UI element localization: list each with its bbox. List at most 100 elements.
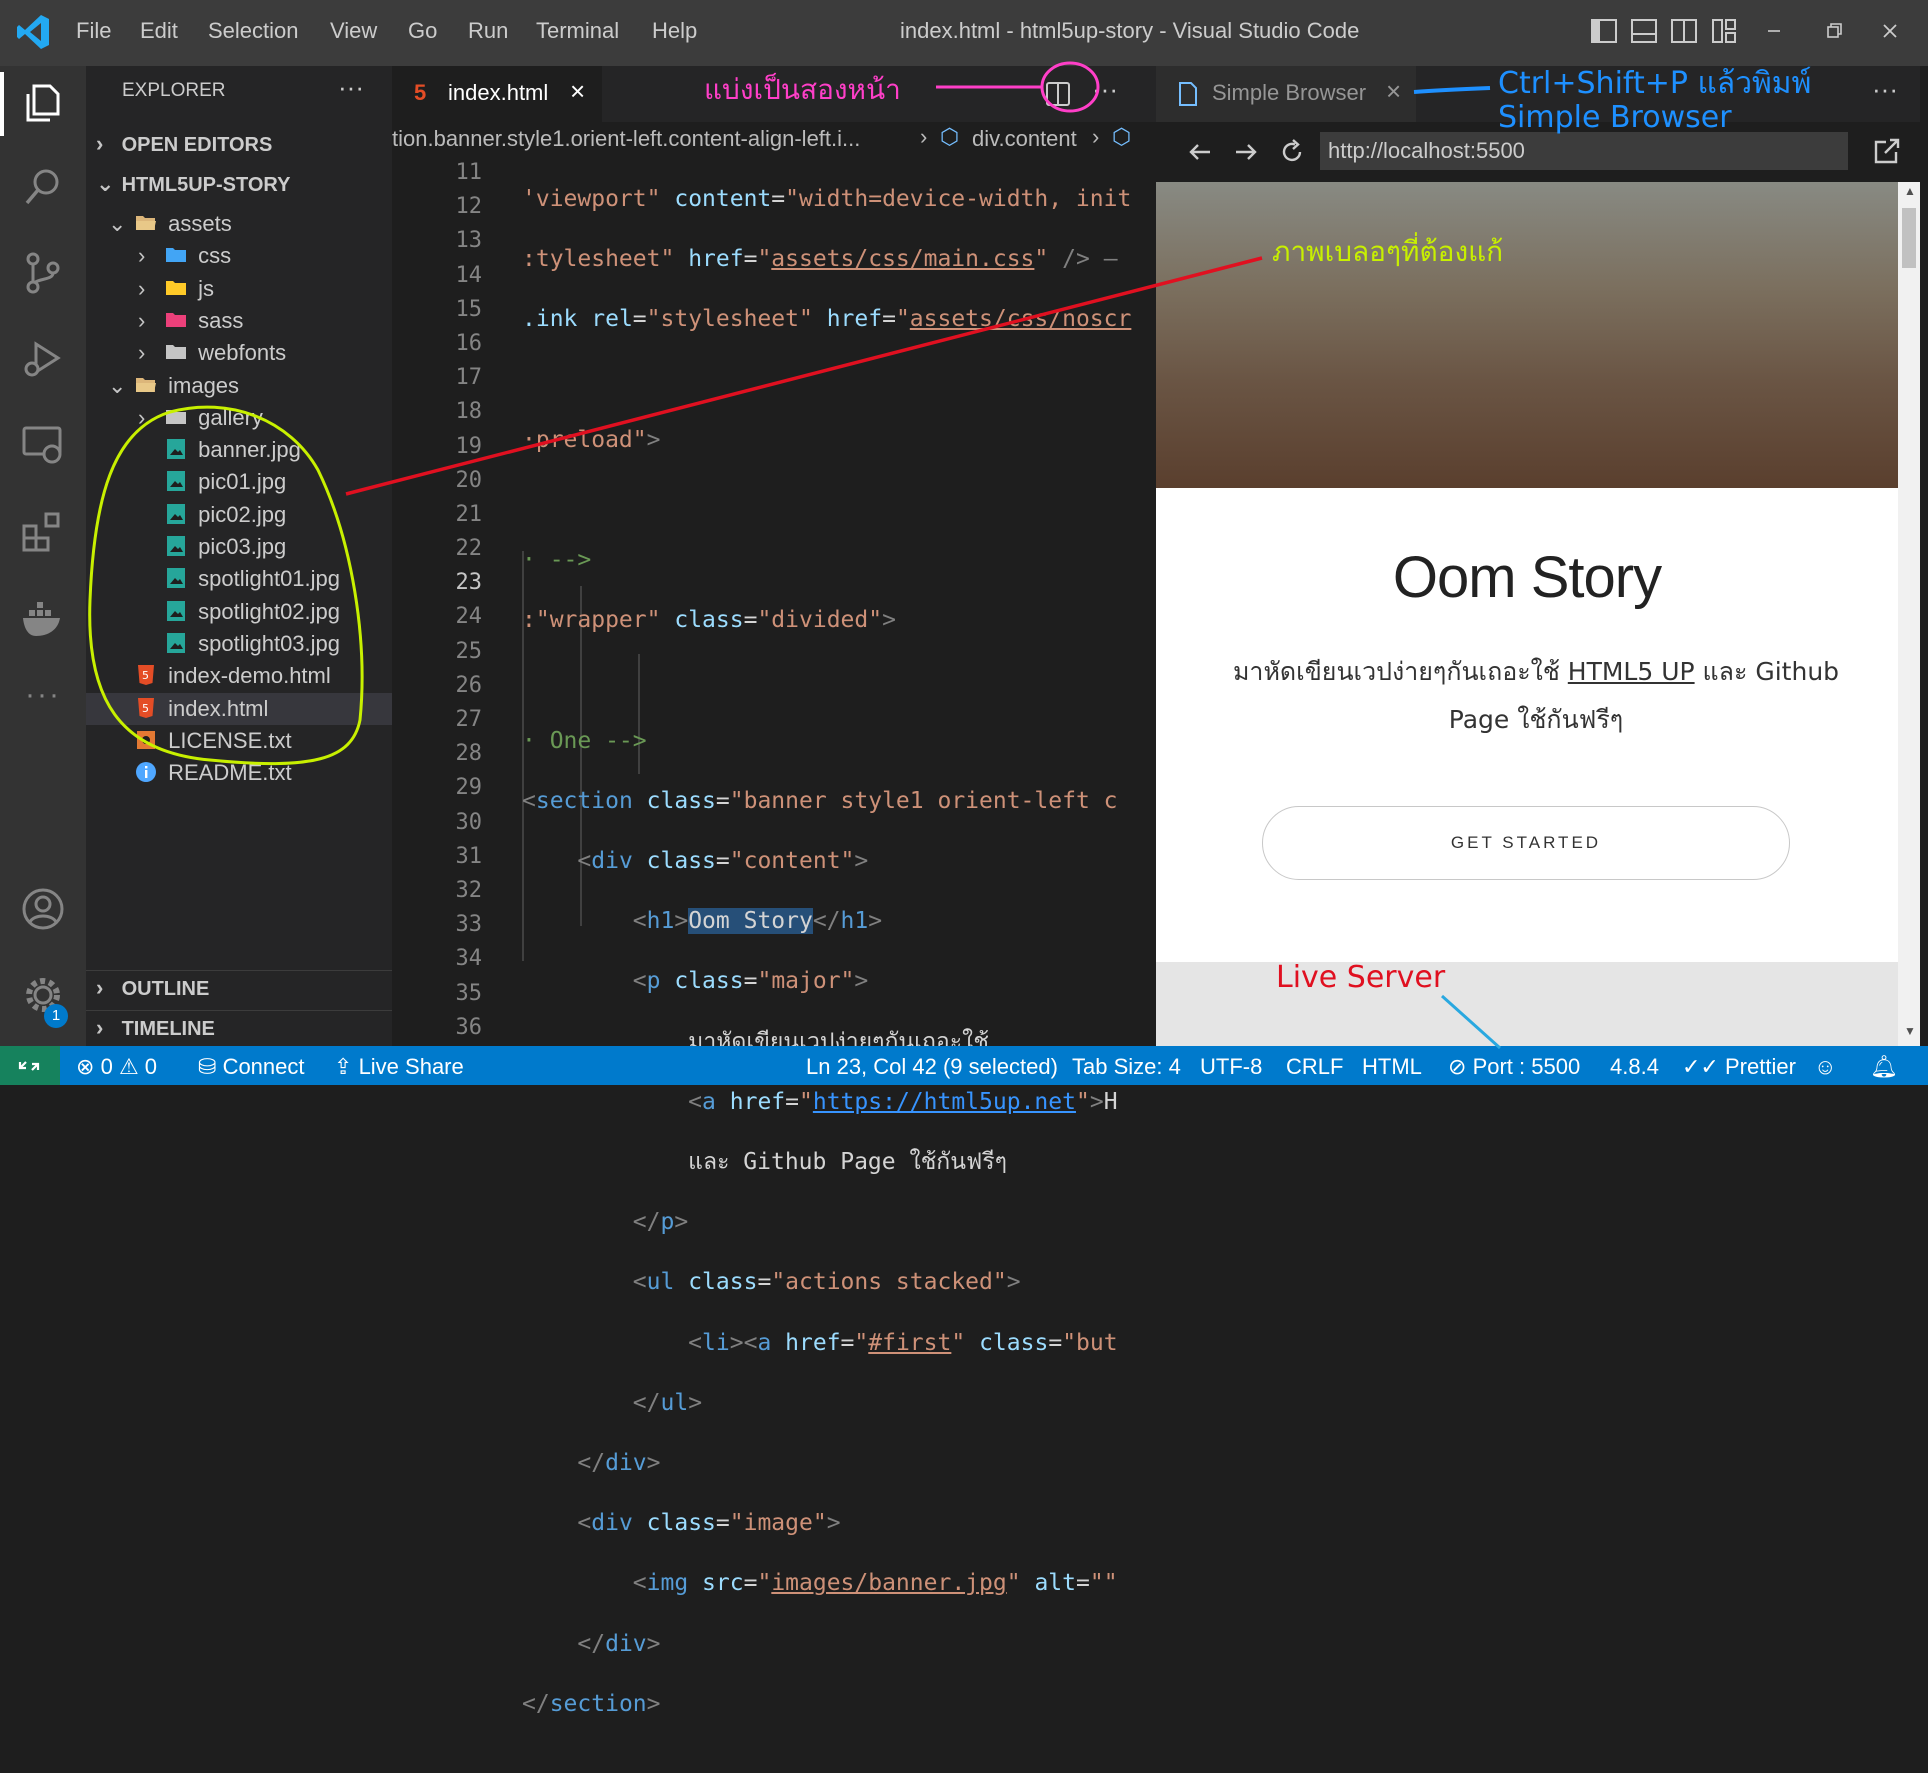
breadcrumb-section[interactable]: tion.banner.style1.orient-left.content-a… <box>392 126 860 152</box>
code-line: <div class="content"> <box>577 848 869 875</box>
toggle-secondary-sidebar-icon[interactable] <box>1670 17 1698 45</box>
accounts-icon[interactable] <box>20 886 66 932</box>
html5up-link[interactable]: HTML5 UP <box>1568 657 1695 686</box>
remote-explorer-icon[interactable] <box>20 422 66 468</box>
status-bar: ⊗ 0 ⚠ 0 ⛁ Connect ⇪ Live Share Ln 23, Co… <box>0 1046 1928 1085</box>
toggle-panel-icon[interactable] <box>1630 17 1658 45</box>
connect-button[interactable]: ⛁ Connect <box>198 1054 305 1080</box>
browser-more-icon[interactable]: ··· <box>1872 74 1898 105</box>
scroll-down-icon[interactable]: ▼ <box>1904 1024 1916 1038</box>
scroll-up-icon[interactable]: ▲ <box>1904 184 1916 198</box>
license-file-icon <box>134 728 168 753</box>
close-tab-icon[interactable]: × <box>1386 76 1401 107</box>
live-share-button[interactable]: ⇪ Live Share <box>334 1054 464 1080</box>
back-arrow-icon[interactable] <box>1186 138 1214 166</box>
tree-item-banner-jpg[interactable]: banner.jpg <box>86 434 392 466</box>
breadcrumb-div-content[interactable]: div.content <box>972 126 1077 152</box>
explorer-icon[interactable] <box>20 80 66 126</box>
split-editor-icon[interactable] <box>1044 80 1072 108</box>
tree-item-label: webfonts <box>198 340 287 366</box>
language-mode[interactable]: HTML <box>1362 1054 1422 1080</box>
project-section[interactable]: ⌄ HTML5UP-STORY <box>96 165 290 203</box>
tree-item-css[interactable]: › css <box>86 240 392 272</box>
activity-bar: ··· 1 <box>0 66 86 1046</box>
run-debug-icon[interactable] <box>20 336 66 382</box>
forward-arrow-icon[interactable] <box>1232 138 1260 166</box>
remote-indicator[interactable] <box>0 1046 60 1085</box>
tree-item-pic01-jpg[interactable]: pic01.jpg <box>86 466 392 498</box>
close-window-icon[interactable] <box>1876 17 1904 45</box>
source-control-icon[interactable] <box>20 250 66 296</box>
docker-icon[interactable] <box>20 596 66 642</box>
problems-indicator[interactable]: ⊗ 0 ⚠ 0 <box>76 1054 157 1080</box>
reload-icon[interactable] <box>1278 138 1306 166</box>
version-indicator[interactable]: 4.8.4 <box>1610 1054 1659 1080</box>
tree-item-assets[interactable]: ⌄ assets <box>86 208 392 240</box>
feedback-icon[interactable]: ☺ <box>1814 1054 1836 1080</box>
menu-selection[interactable]: Selection <box>208 18 299 44</box>
tree-item-license-txt[interactable]: LICENSE.txt <box>86 725 392 757</box>
minimize-icon[interactable] <box>1760 17 1788 45</box>
scrollbar-thumb[interactable] <box>1902 208 1916 268</box>
chevron-down-icon: ⌄ <box>108 211 127 236</box>
extensions-icon[interactable] <box>20 508 66 554</box>
menu-terminal[interactable]: Terminal <box>536 18 619 44</box>
open-external-icon[interactable] <box>1872 136 1902 166</box>
menu-view[interactable]: View <box>330 18 377 44</box>
cursor-position[interactable]: Ln 23, Col 42 (9 selected) <box>806 1054 1058 1080</box>
tree-item-spotlight01-jpg[interactable]: spotlight01.jpg <box>86 563 392 595</box>
menu-run[interactable]: Run <box>468 18 508 44</box>
menu-edit[interactable]: Edit <box>140 18 178 44</box>
tree-item-pic03-jpg[interactable]: pic03.jpg <box>86 531 392 563</box>
more-views-icon[interactable]: ··· <box>20 678 66 712</box>
code-editor[interactable]: 'viewport" content="width=device-width, … <box>522 156 1156 1773</box>
tree-item-label: assets <box>168 211 232 236</box>
image-file-icon <box>164 469 198 494</box>
page-scrollbar[interactable]: ▲ ▼ <box>1898 182 1920 1046</box>
get-started-button[interactable]: GET STARTED <box>1262 806 1790 880</box>
prettier-indicator[interactable]: ✓✓ Prettier <box>1682 1054 1796 1080</box>
tree-item-readme-txt[interactable]: README.txt <box>86 757 392 789</box>
customize-layout-icon[interactable] <box>1710 17 1738 45</box>
tab-simple-browser[interactable]: Simple Browser × <box>1156 66 1416 122</box>
tree-item-spotlight02-jpg[interactable]: spotlight02.jpg <box>86 596 392 628</box>
live-server-port[interactable]: ⊘ Port : 5500 <box>1448 1054 1580 1080</box>
tree-item-label: index.html <box>168 695 269 721</box>
explorer-more-icon[interactable]: ··· <box>338 72 364 103</box>
menu-go[interactable]: Go <box>408 18 437 44</box>
tree-item-gallery[interactable]: › gallery <box>86 402 392 434</box>
vscode-logo-icon[interactable] <box>16 12 50 52</box>
notifications-bell-icon[interactable]: 🔔︎ <box>1870 1054 1898 1080</box>
toggle-sidebar-icon[interactable] <box>1590 17 1618 45</box>
tree-item-pic02-jpg[interactable]: pic02.jpg <box>86 499 392 531</box>
line-number: 30 <box>455 809 483 835</box>
close-tab-icon[interactable]: × <box>570 76 585 107</box>
line-number: 18 <box>455 399 483 425</box>
search-icon[interactable] <box>20 164 66 210</box>
chevron-down-icon: ⌄ <box>96 171 115 196</box>
tree-item-images[interactable]: ⌄ images <box>86 370 392 402</box>
tree-item-webfonts[interactable]: › webfonts <box>86 337 392 369</box>
menu-file[interactable]: File <box>76 18 111 44</box>
tab-size[interactable]: Tab Size: 4 <box>1072 1054 1181 1080</box>
outline-section[interactable]: › OUTLINE <box>96 969 209 1007</box>
code-line: <a href="https://html5up.net">H <box>688 1088 1118 1115</box>
tree-item-sass[interactable]: › sass <box>86 305 392 337</box>
line-number: 17 <box>455 365 483 391</box>
tab-index-html[interactable]: 5 index.html × <box>392 66 602 122</box>
tree-item-index-demo-html[interactable]: 5 index-demo.html <box>86 660 392 692</box>
menu-help[interactable]: Help <box>652 18 697 44</box>
timeline-section[interactable]: › TIMELINE <box>96 1009 215 1047</box>
url-input[interactable] <box>1320 132 1848 170</box>
web-page-viewport[interactable]: Oom Story มาหัดเขียนเวปง่ายๆกันเถอะใช้ H… <box>1156 182 1898 1046</box>
editor-more-icon[interactable]: ··· <box>1092 74 1118 105</box>
tree-item-spotlight03-jpg[interactable]: spotlight03.jpg <box>86 628 392 660</box>
breadcrumb: tion.banner.style1.orient-left.content-a… <box>392 122 1156 156</box>
tree-item-js[interactable]: › js <box>86 273 392 305</box>
tree-item-label: images <box>168 372 240 398</box>
encoding[interactable]: UTF-8 <box>1200 1054 1262 1080</box>
restore-icon[interactable] <box>1820 17 1848 45</box>
open-editors-section[interactable]: › OPEN EDITORS <box>96 125 272 163</box>
tree-item-index-html[interactable]: 5 index.html <box>86 692 392 725</box>
line-ending[interactable]: CRLF <box>1286 1054 1343 1080</box>
